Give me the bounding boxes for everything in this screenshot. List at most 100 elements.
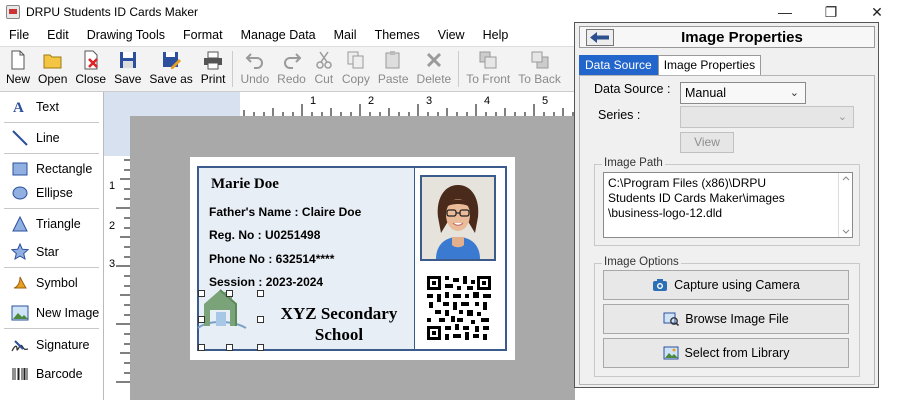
tool-star[interactable]: Star: [0, 240, 103, 264]
ruler-top-label-4: 4: [484, 95, 491, 107]
phone-value: 632514****: [275, 252, 335, 266]
save-label: Save: [114, 72, 142, 86]
tool-barcode[interactable]: Barcode: [0, 362, 103, 386]
delete-button[interactable]: Delete: [413, 47, 456, 86]
cut-button[interactable]: Cut: [310, 47, 338, 86]
resize-handle-bottom[interactable]: [226, 344, 233, 351]
browse-image-label: Browse Image File: [685, 312, 789, 326]
svg-text:A: A: [13, 100, 24, 116]
menu-view[interactable]: View: [429, 28, 474, 42]
save-as-label: Save as: [149, 72, 193, 86]
ruler-left-label-1: 1: [109, 180, 116, 192]
menu-themes[interactable]: Themes: [366, 28, 429, 42]
camera-icon: [653, 279, 668, 291]
save-button[interactable]: Save: [110, 47, 145, 86]
select-library-button[interactable]: Select from Library: [603, 338, 849, 368]
image-path-field[interactable]: C:\Program Files (x86)\DRPU Students ID …: [603, 172, 853, 238]
phone-row[interactable]: Phone No : 632514****: [209, 252, 334, 266]
image-path-group-label: Image Path: [602, 157, 665, 169]
image-tool-icon: [10, 303, 30, 323]
printer-icon: [204, 51, 223, 70]
tool-new-image[interactable]: New Image: [0, 301, 103, 325]
tool-symbol[interactable]: Symbol: [0, 271, 103, 295]
paste-button[interactable]: Paste: [374, 47, 413, 86]
series-select[interactable]: ⌄: [680, 106, 854, 128]
tool-ellipse[interactable]: Ellipse: [0, 181, 103, 205]
menu-manage-data[interactable]: Manage Data: [232, 28, 325, 42]
father-name-label: Father's Name :: [209, 205, 299, 219]
student-photo[interactable]: [420, 175, 496, 261]
qr-code[interactable]: [427, 276, 491, 340]
redo-label: Redo: [277, 72, 306, 86]
to-front-button[interactable]: To Front: [462, 47, 514, 86]
image-path-scrollbar[interactable]: [838, 173, 852, 237]
father-name-row[interactable]: Father's Name : Claire Doe: [209, 205, 361, 219]
delete-icon: [426, 52, 441, 68]
new-button[interactable]: New: [2, 47, 34, 86]
new-file-icon: [11, 50, 25, 70]
resize-handle-bottom-right[interactable]: [257, 344, 264, 351]
resize-handle-right[interactable]: [257, 316, 264, 323]
menu-edit[interactable]: Edit: [38, 28, 78, 42]
close-window-button[interactable]: ✕: [854, 0, 900, 24]
maximize-button[interactable]: ❐: [808, 0, 854, 24]
menu-help[interactable]: Help: [474, 28, 518, 42]
text-tool-icon: A: [10, 97, 30, 117]
tools-separator: [4, 122, 99, 123]
tab-data-source[interactable]: Data Source: [579, 55, 658, 75]
minimize-button[interactable]: —: [762, 0, 808, 24]
tool-rectangle-label: Rectangle: [36, 162, 93, 176]
capture-camera-button[interactable]: Capture using Camera: [603, 270, 849, 300]
resize-handle-top[interactable]: [226, 290, 233, 297]
print-button[interactable]: Print: [197, 47, 230, 86]
tool-signature[interactable]: Signature: [0, 333, 103, 357]
view-button[interactable]: View: [680, 132, 734, 153]
window-title: DRPU Students ID Cards Maker: [26, 5, 199, 19]
menu-file[interactable]: File: [0, 28, 38, 42]
student-name[interactable]: Marie Doe: [211, 176, 279, 193]
vertical-ruler: 1 2 3: [104, 116, 130, 400]
tool-rectangle[interactable]: Rectangle: [0, 157, 103, 181]
to-back-button[interactable]: To Back: [514, 47, 565, 86]
redo-button[interactable]: Redo: [273, 47, 310, 86]
image-path-line-3: \business-logo-12.dld: [608, 206, 723, 220]
tool-text[interactable]: A Text: [0, 95, 103, 119]
triangle-tool-icon: [10, 214, 30, 234]
browse-image-button[interactable]: Browse Image File: [603, 304, 849, 334]
image-library-icon: [663, 346, 679, 360]
tools-separator: [4, 153, 99, 154]
close-file-icon: [84, 50, 98, 70]
resize-handle-top-left[interactable]: [198, 290, 205, 297]
open-button[interactable]: Open: [34, 47, 71, 86]
undo-button[interactable]: Undo: [236, 47, 273, 86]
menu-mail[interactable]: Mail: [325, 28, 366, 42]
card-divider: [414, 168, 415, 349]
horizontal-ruler: 1 2 3 4 5: [130, 92, 580, 116]
resize-handle-top-right[interactable]: [257, 290, 264, 297]
to-front-label: To Front: [466, 72, 511, 86]
tool-triangle[interactable]: Triangle: [0, 212, 103, 236]
reg-no-row[interactable]: Reg. No : U0251498: [209, 228, 320, 242]
school-name[interactable]: XYZ Secondary School: [269, 303, 409, 345]
copy-button[interactable]: Copy: [338, 47, 374, 86]
tool-line[interactable]: Line: [0, 126, 103, 150]
resize-handle-bottom-left[interactable]: [198, 344, 205, 351]
tool-symbol-label: Symbol: [36, 276, 78, 290]
print-label: Print: [200, 72, 226, 86]
close-button[interactable]: Close: [71, 47, 110, 86]
image-path-line-2: Students ID Cards Maker\images: [608, 191, 785, 205]
menu-drawing-tools[interactable]: Drawing Tools: [78, 28, 174, 42]
save-as-button[interactable]: Save as: [145, 47, 196, 86]
data-source-select[interactable]: Manual ⌄: [680, 82, 806, 104]
tools-separator: [4, 328, 99, 329]
id-card[interactable]: Marie Doe Father's Name : Claire Doe Reg…: [190, 157, 515, 360]
app-icon: [6, 5, 20, 19]
capture-camera-label: Capture using Camera: [674, 278, 800, 292]
properties-title: Image Properties: [681, 29, 803, 46]
tab-image-properties[interactable]: Image Properties: [657, 55, 762, 75]
open-folder-icon: [43, 54, 62, 69]
save-as-icon: [163, 52, 182, 69]
resize-handle-left[interactable]: [198, 316, 205, 323]
menu-format[interactable]: Format: [174, 28, 232, 42]
tool-text-label: Text: [36, 100, 59, 114]
